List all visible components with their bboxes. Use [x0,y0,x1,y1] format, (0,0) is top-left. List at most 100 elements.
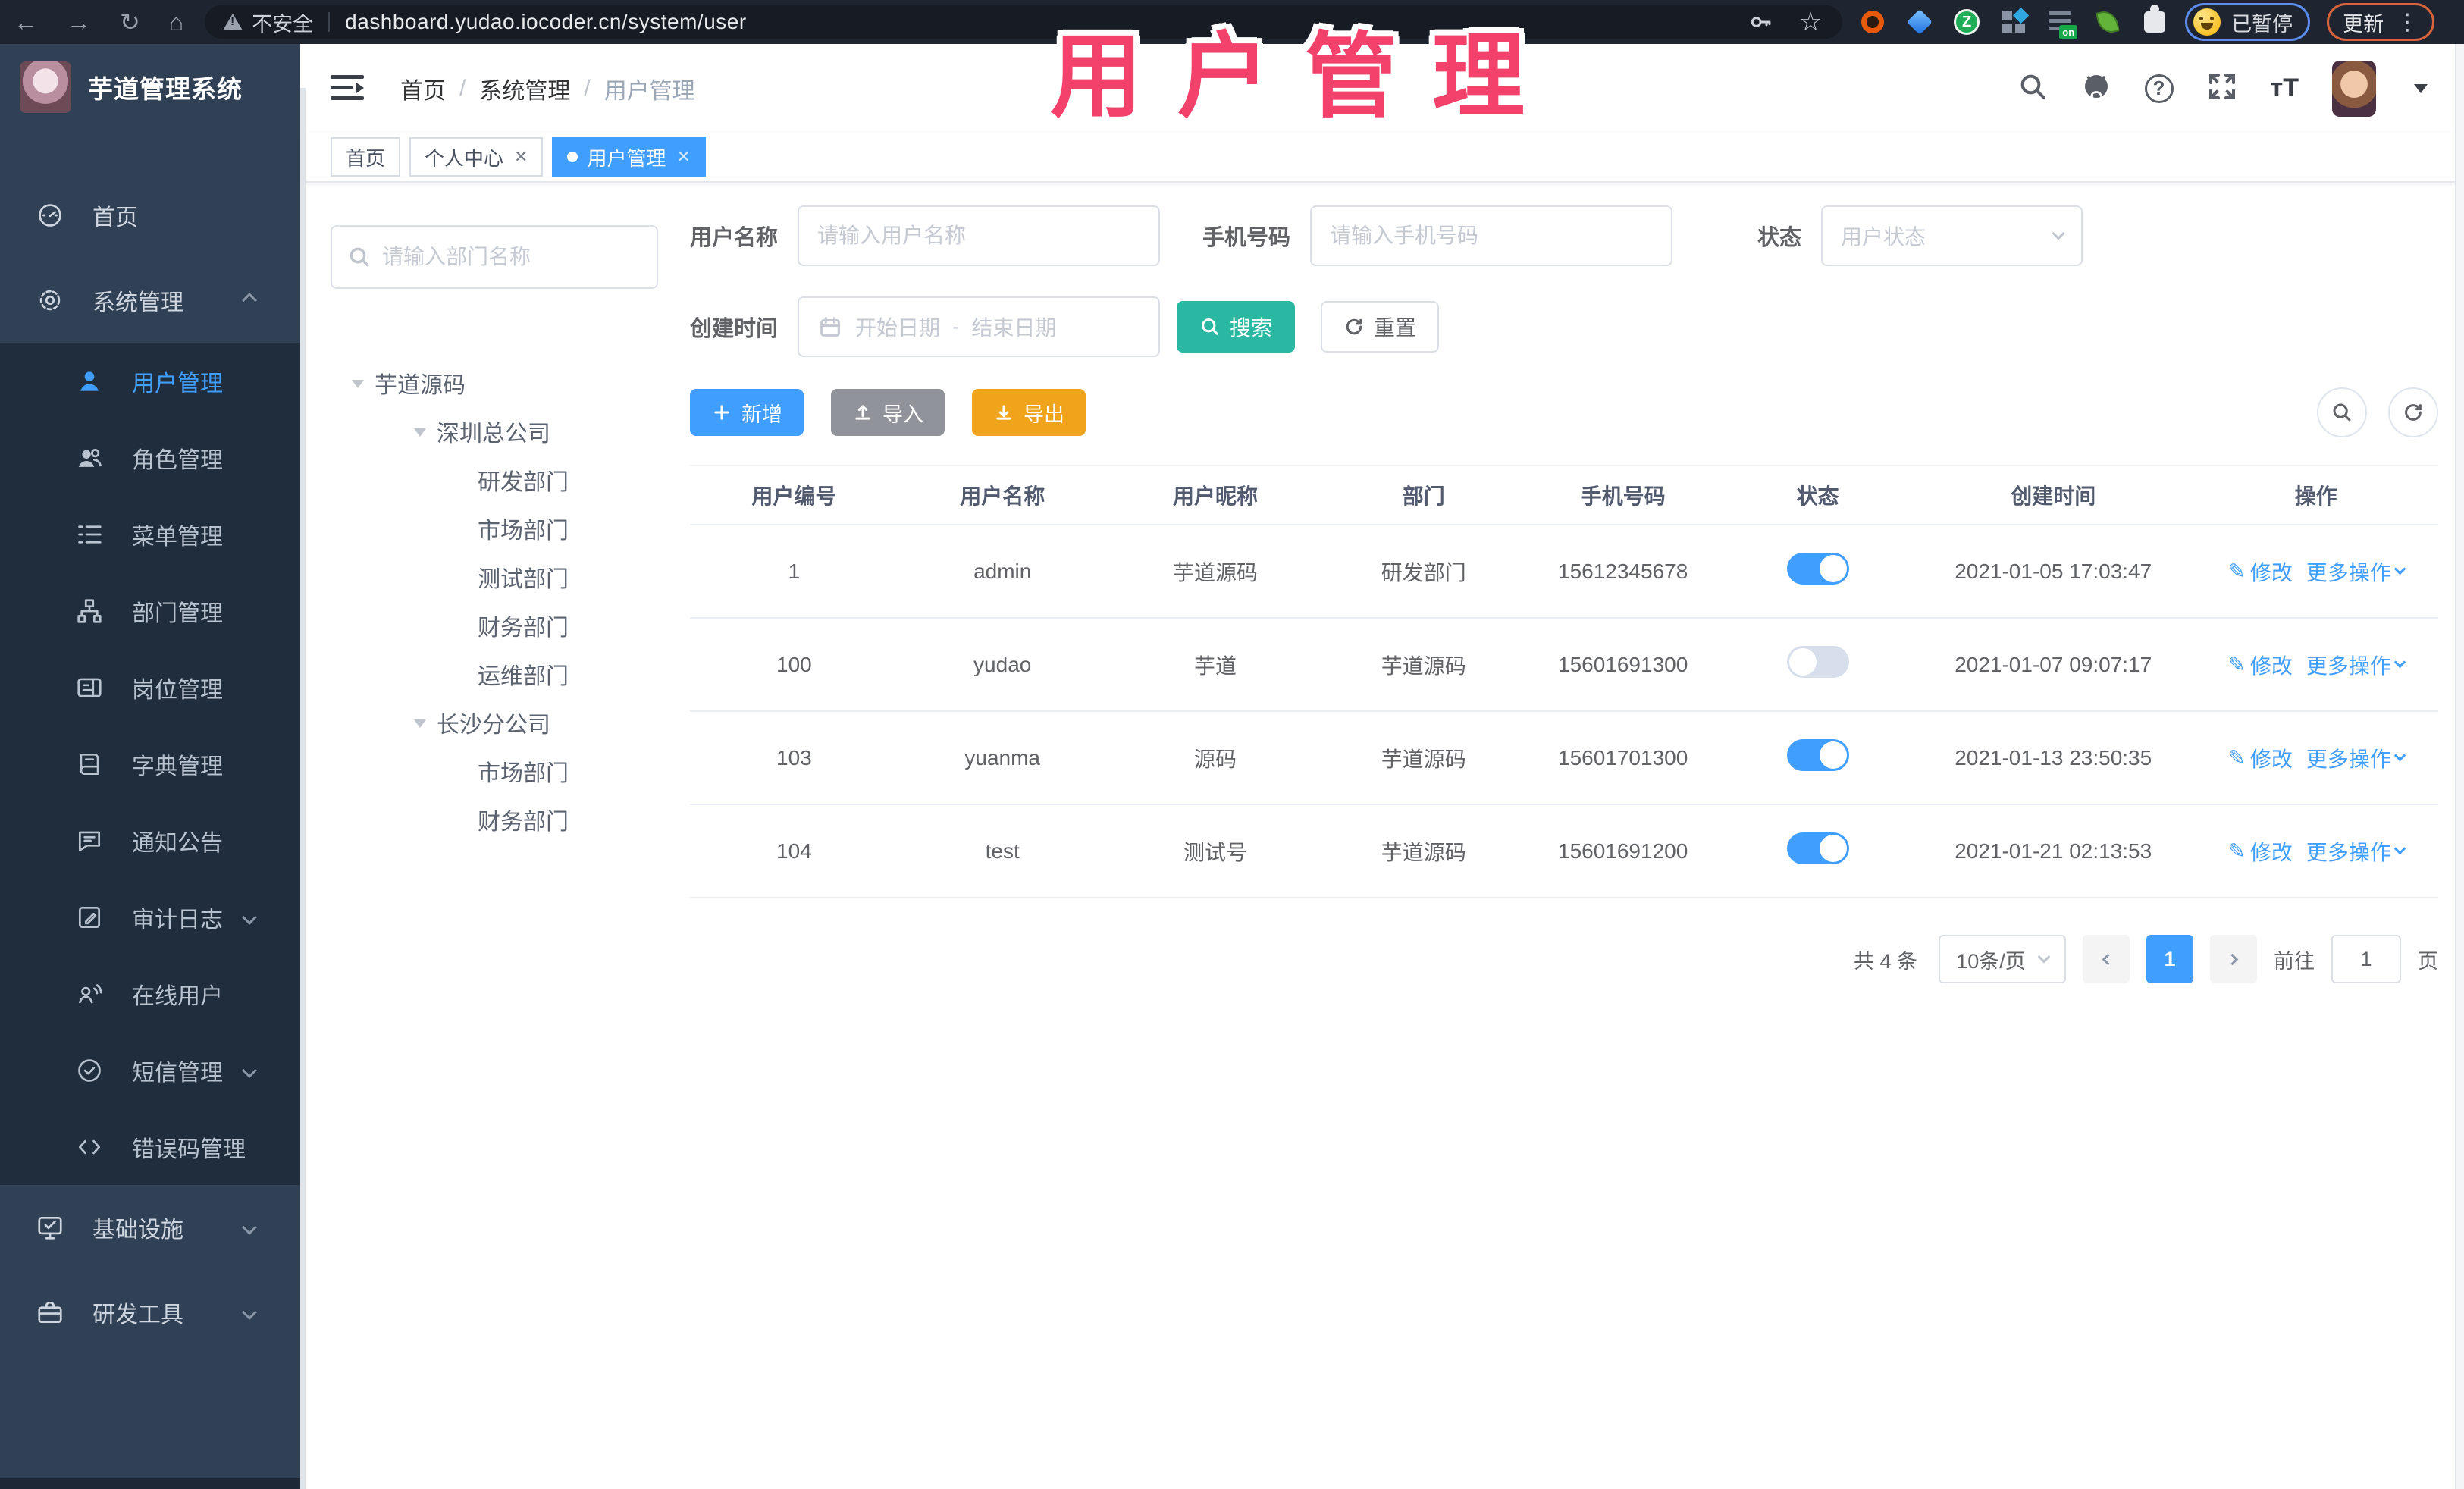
tree-node[interactable]: 财务部门 [331,601,658,650]
sidebar-item-post[interactable]: 岗位管理 [0,649,300,726]
sidebar-item-audit-log[interactable]: 审计日志 [0,879,300,955]
sidebar-item-user[interactable]: 用户管理 [0,343,300,419]
status-toggle[interactable] [1786,553,1849,585]
key-icon[interactable] [1747,8,1774,36]
more-actions-link[interactable]: 更多操作 [2306,836,2406,867]
tree-node[interactable]: 运维部门 [331,650,658,698]
profile-paused-badge[interactable]: 已暂停 [2185,3,2311,41]
sidebar-item-error-code[interactable]: 错误码管理 [0,1108,300,1185]
puzzle-icon[interactable] [2141,5,2168,36]
extension-gem-icon[interactable] [1906,8,1933,36]
tree-node[interactable]: 市场部门 [331,747,658,795]
tab-0[interactable]: 首页 [331,137,401,177]
sidebar-item-home[interactable]: 首页 [0,173,300,258]
status-select[interactable]: 用户状态 [1821,205,2083,266]
status-toggle[interactable] [1786,832,1849,864]
browser-update-button[interactable]: 更新 ⋮ [2327,3,2435,41]
status-toggle[interactable] [1786,646,1849,678]
back-icon[interactable]: ← [14,10,38,34]
download-icon [996,405,1011,420]
breadcrumb: 首页 / 系统管理 / 用户管理 [400,72,695,105]
extension-list-icon[interactable]: on [2047,8,2078,39]
mobile-input[interactable] [1330,224,1654,248]
edit-link[interactable]: ✎ 修改 [2227,836,2292,867]
column-header: 手机号码 [1580,484,1666,508]
show-search-button[interactable] [2317,387,2367,437]
sidebar-item-dept[interactable]: 部门管理 [0,572,300,649]
tree-node[interactable]: 测试部门 [331,553,658,601]
refresh-icon[interactable]: ↻ [120,10,140,34]
sidebar-item-infra[interactable]: 基础设施 [0,1185,300,1270]
add-button[interactable]: 新增 [690,389,804,436]
tab-2[interactable]: 用户管理 ✕ [552,137,706,177]
sidebar-item-sms[interactable]: 短信管理 [0,1032,300,1108]
tree-node[interactable]: 市场部门 [331,504,658,553]
sidebar-item-dev-tools[interactable]: 研发工具 [0,1270,300,1355]
extension-ring-icon[interactable] [1859,8,1886,36]
tree-node[interactable]: 深圳总公司 [331,407,658,456]
kebab-menu-icon[interactable]: ⋮ [2396,9,2419,36]
forward-icon[interactable]: → [67,10,91,34]
bookmark-star-icon[interactable]: ☆ [1797,8,1824,36]
extension-green-icon[interactable]: Z [1953,8,1980,36]
collapse-sidebar-icon[interactable] [331,74,364,102]
close-tab-icon[interactable]: ✕ [676,147,690,167]
logo-row[interactable]: 芋道管理系统 [0,44,300,130]
help-icon[interactable]: ? [2144,74,2174,103]
page-size-select[interactable]: 10条/页 [1939,935,2066,983]
sidebar-item-system[interactable]: 系统管理 [0,258,300,343]
tree-node[interactable]: 财务部门 [331,795,658,844]
reset-button[interactable]: 重置 [1321,301,1440,353]
sidebar-item-online-user[interactable]: 在线用户 [0,955,300,1032]
chevron-down-icon [242,909,257,925]
more-actions-link[interactable]: 更多操作 [2306,743,2406,773]
sidebar-scrollbar[interactable] [300,88,306,1489]
page-unit-label: 页 [2418,949,2438,973]
monitor-icon [33,1213,67,1242]
sidebar-item-menu[interactable]: 菜单管理 [0,496,300,572]
sidebar-item-notice[interactable]: 通知公告 [0,802,300,879]
status-toggle[interactable] [1786,739,1849,771]
prev-page-button[interactable] [2083,935,2130,983]
next-page-button[interactable] [2210,935,2257,983]
caret-down-icon [352,379,364,394]
dept-search-input[interactable] [382,245,641,269]
tab-1[interactable]: 个人中心 ✕ [409,137,544,177]
tree-node[interactable]: 长沙分公司 [331,698,658,747]
extension-leaf-icon[interactable] [2094,8,2121,36]
address-bar[interactable]: 不安全 dashboard.yudao.iocoder.cn/system/us… [205,5,1843,39]
user-avatar[interactable] [2332,60,2376,117]
more-actions-link[interactable]: 更多操作 [2306,650,2406,680]
goto-page-input[interactable] [2331,935,2401,983]
extension-grid-icon[interactable] [2000,7,2030,36]
cell-dept: 芋道源码 [1381,840,1466,864]
more-actions-link[interactable]: 更多操作 [2306,556,2406,587]
export-button[interactable]: 导出 [972,389,1086,436]
edit-link[interactable]: ✎ 修改 [2227,556,2292,587]
sidebar-item-role[interactable]: 角色管理 [0,419,300,496]
tree-node[interactable]: 研发部门 [331,456,658,504]
cell-created: 2021-01-07 09:07:17 [1955,652,2152,676]
fullscreen-icon[interactable] [2207,71,2237,105]
breadcrumb-system[interactable]: 系统管理 [479,72,570,105]
edit-link[interactable]: ✎ 修改 [2227,743,2292,773]
sidebar-item-dict[interactable]: 字典管理 [0,726,300,802]
status-label: 状态 [1757,226,1802,250]
github-icon[interactable] [2081,71,2111,105]
search-icon[interactable] [2017,71,2048,105]
refresh-table-button[interactable] [2388,387,2438,437]
edit-link[interactable]: ✎ 修改 [2227,650,2292,680]
tree-node[interactable]: 芋道源码 [331,359,658,407]
date-range-picker[interactable]: 开始日期 - 结束日期 [798,296,1161,357]
caret-down-icon[interactable] [2414,83,2428,93]
username-input[interactable] [817,224,1141,248]
font-size-icon[interactable]: тT [2271,74,2299,103]
import-button[interactable]: 导入 [831,389,945,436]
close-tab-icon[interactable]: ✕ [514,147,528,167]
current-page[interactable]: 1 [2146,935,2193,983]
home-icon[interactable]: ⌂ [169,10,183,34]
breadcrumb-home[interactable]: 首页 [400,72,446,105]
search-button[interactable]: 搜索 [1177,301,1296,353]
pagination: 共 4 条 10条/页 1 前往 页 [690,935,2438,983]
window-scrollbar[interactable] [2455,44,2464,1489]
